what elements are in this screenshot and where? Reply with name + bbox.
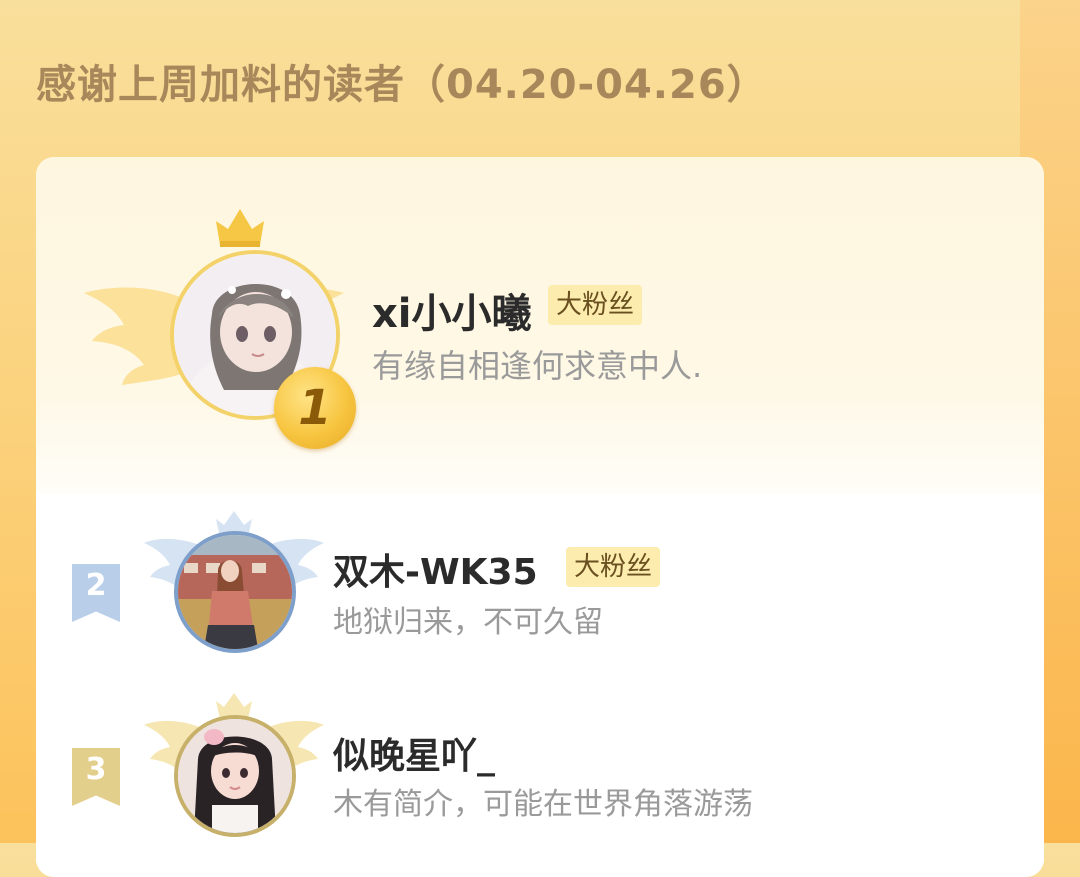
avatar-photo [178,535,292,649]
reader-1-bio: 有缘自相逢何求意中人. [372,347,703,385]
medal-icon: 1 [274,367,356,449]
avatar[interactable] [174,531,296,653]
fan-badge: 大粉丝 [566,547,661,587]
ranking-card: 1 xi小小曦 大粉丝 有缘自相逢何求意中人. 2 双木-WK35 大粉丝 地狱… [36,157,1044,877]
reader-1-name[interactable]: xi小小曦 [372,281,532,339]
avatar[interactable] [174,715,296,837]
fan-badge: 大粉丝 [548,285,643,325]
reader-1-avatar-group[interactable]: 1 [84,207,356,449]
avatar-photo [178,719,292,833]
page-title: 感谢上周加料的读者（04.20-04.26） [36,62,768,108]
reader-2-name[interactable]: 双木-WK35 [333,543,538,595]
reader-2-bio: 地狱归来，不可久留 [333,605,603,640]
reader-3-name[interactable]: 似晚星吖_ [333,727,495,779]
crown-icon [216,209,264,247]
reader-3-bio: 木有简介，可能在世界角落游荡 [333,787,753,822]
